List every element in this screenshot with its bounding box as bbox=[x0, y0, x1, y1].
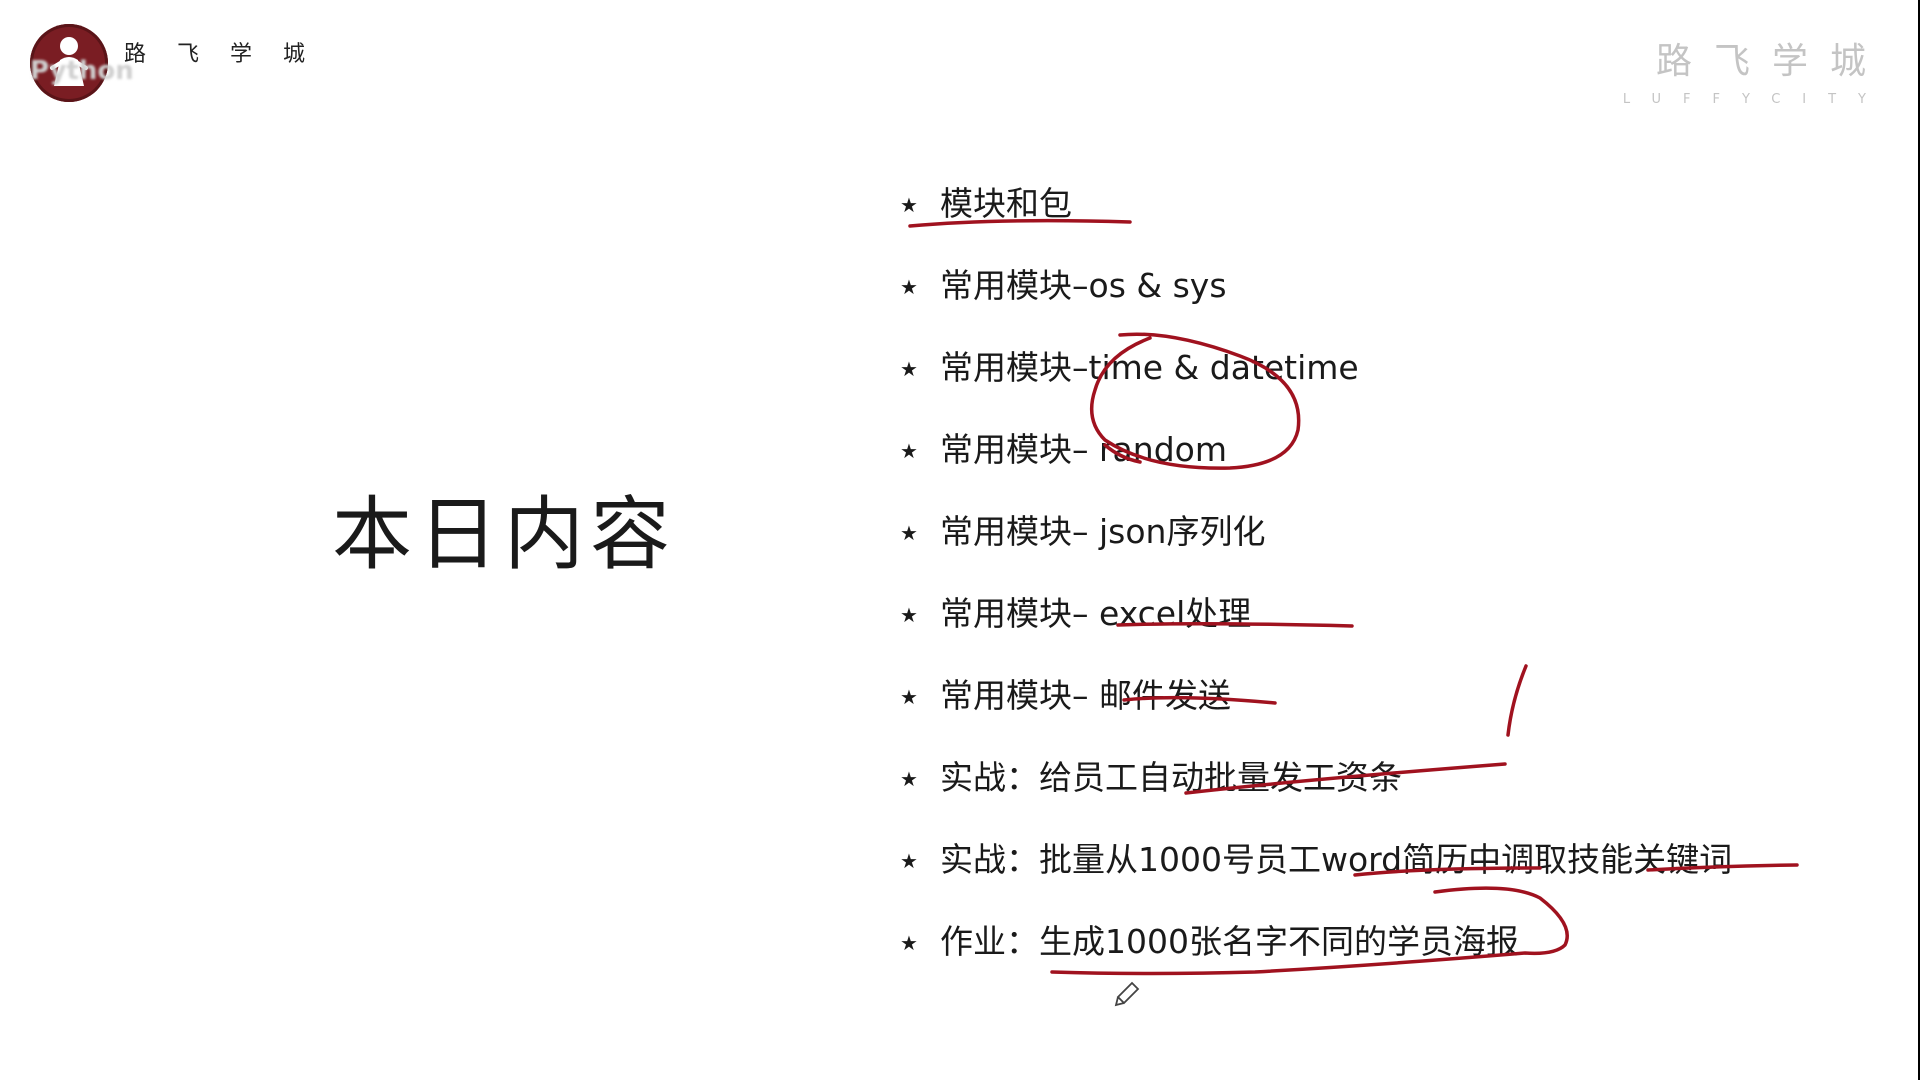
presentation-slide: 路 飞 学 城 Python 路飞学城 LUFFYCITY 本日内容 ★ 模块和包… bbox=[0, 0, 1918, 1080]
agenda-item: ★ 常用模块– 邮件发送 bbox=[900, 652, 1732, 734]
star-bullet-icon: ★ bbox=[900, 439, 918, 463]
agenda-item: ★ 实战：批量从1000号员工word简历中调取技能关键词 bbox=[900, 816, 1732, 898]
video-title-overlay: Python bbox=[30, 56, 134, 86]
agenda-item: ★ 常用模块– json序列化 bbox=[900, 488, 1732, 570]
agenda-item-text: 常用模块– excel处理 bbox=[940, 594, 1252, 633]
agenda-item-text: 模块和包 bbox=[940, 184, 1072, 223]
brand-watermark: 路飞学城 LUFFYCITY bbox=[1623, 32, 1866, 107]
star-bullet-icon: ★ bbox=[900, 849, 918, 873]
brand-watermark-en: LUFFYCITY bbox=[1622, 92, 1888, 107]
star-bullet-icon: ★ bbox=[900, 931, 918, 955]
star-bullet-icon: ★ bbox=[900, 521, 918, 545]
slide-title: 本日内容 bbox=[332, 488, 676, 581]
agenda-item-text: 常用模块– 邮件发送 bbox=[940, 676, 1231, 715]
pencil-icon bbox=[1114, 981, 1140, 1007]
agenda-item-text: 常用模块–time & datetime bbox=[940, 348, 1359, 387]
agenda-item-text: 实战：批量从1000号员工word简历中调取技能关键词 bbox=[940, 840, 1733, 879]
agenda-item: ★ 作业：生成1000张名字不同的学员海报 bbox=[900, 898, 1732, 980]
agenda-item-text: 常用模块– json序列化 bbox=[940, 512, 1266, 551]
star-bullet-icon: ★ bbox=[900, 685, 918, 709]
agenda-item: ★ 模块和包 bbox=[900, 160, 1732, 242]
agenda-item: ★ 常用模块–time & datetime bbox=[900, 324, 1732, 406]
brand-watermark-cn: 路飞学城 bbox=[1655, 41, 1888, 82]
star-bullet-icon: ★ bbox=[900, 275, 918, 299]
agenda-item: ★ 实战：给员工自动批量发工资条 bbox=[900, 734, 1732, 816]
agenda-item-text: 常用模块– random bbox=[940, 430, 1227, 469]
star-bullet-icon: ★ bbox=[900, 193, 918, 217]
agenda-item: ★ 常用模块–os & sys bbox=[900, 242, 1732, 324]
agenda-item: ★ 常用模块– random bbox=[900, 406, 1732, 488]
agenda-item: ★ 常用模块– excel处理 bbox=[900, 570, 1732, 652]
agenda-item-text: 常用模块–os & sys bbox=[940, 266, 1227, 305]
agenda-item-text: 作业：生成1000张名字不同的学员海报 bbox=[940, 922, 1519, 961]
agenda-list: ★ 模块和包 ★ 常用模块–os & sys ★ 常用模块–time & dateti… bbox=[900, 160, 1732, 980]
star-bullet-icon: ★ bbox=[900, 767, 918, 791]
star-bullet-icon: ★ bbox=[900, 603, 918, 627]
star-bullet-icon: ★ bbox=[900, 357, 918, 381]
agenda-item-text: 实战：给员工自动批量发工资条 bbox=[940, 758, 1402, 797]
logo-text: 路 飞 学 城 bbox=[124, 42, 317, 67]
